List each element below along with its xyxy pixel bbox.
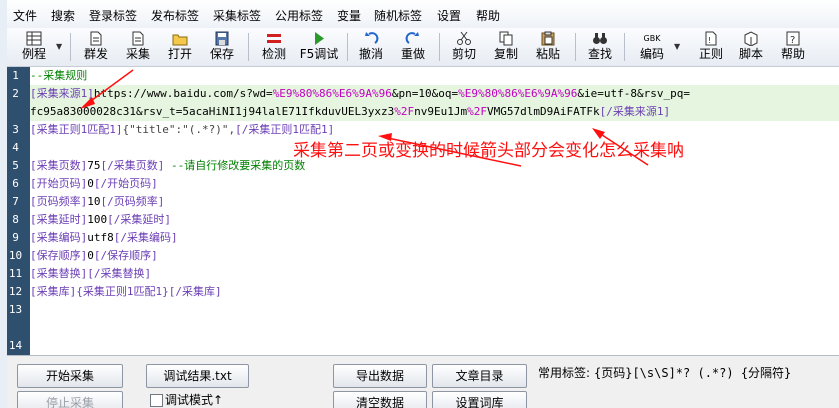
line-number: 6	[12, 177, 19, 190]
code-line-2-wrap: fc95a83000028c31&rsv_t=5acaHiNI1j94lalE7…	[30, 105, 671, 118]
code-editor[interactable]: 1 2 3 4 5 6 7 8 9 10 11 12 13 14 --采集规则 …	[7, 67, 839, 355]
menu-common-tags[interactable]: 公用标签	[275, 7, 323, 24]
line-number: 3	[12, 123, 19, 136]
redo-icon	[405, 31, 421, 46]
cut-button[interactable]: 剪切	[449, 30, 479, 64]
line-number: 11	[8, 267, 23, 280]
code-line-10: [保存顺序]0[/保存顺序]	[30, 249, 158, 262]
menu-file[interactable]: 文件	[13, 7, 37, 24]
toolbar-separator	[347, 33, 348, 61]
line-number: 5	[12, 159, 19, 172]
line-number: 14	[8, 339, 23, 352]
f5-debug-button[interactable]: F5调试	[299, 30, 339, 64]
debug-mode-checkbox[interactable]	[150, 394, 163, 407]
mass-publish-button[interactable]: 群发	[81, 30, 111, 64]
example-dropdown-icon[interactable]: ▼	[56, 42, 62, 51]
toolbar-separator	[624, 33, 625, 61]
play-icon	[311, 31, 327, 46]
svg-text:!: !	[708, 36, 711, 45]
line-number: 1	[12, 69, 19, 82]
common-tags-label: 常用标签:	[538, 366, 591, 380]
menu-bar: 文件 搜索 登录标签 发布标签 采集标签 公用标签 变量 随机标签 设置 帮助	[7, 0, 839, 29]
script-button[interactable]: 脚本	[736, 30, 766, 64]
line-number: 12	[8, 285, 23, 298]
line-number: 9	[12, 231, 19, 244]
set-lexicon-button[interactable]: 设置词库	[432, 391, 527, 408]
line-number: 13	[8, 303, 23, 316]
bottom-panel: 开始采集 停止采集 调试结果.txt 调试模式↑ 导出数据 清空数据 文章目录 …	[7, 355, 839, 408]
line-number: 10	[8, 249, 23, 262]
menu-variables[interactable]: 变量	[337, 7, 361, 24]
debug-result-button[interactable]: 调试结果.txt	[146, 364, 249, 388]
open-button[interactable]: 打开	[165, 30, 195, 64]
encoding-button[interactable]: GBK 编码	[635, 30, 669, 64]
undo-icon	[363, 31, 379, 46]
paste-button[interactable]: 粘贴	[533, 30, 563, 64]
collect-button[interactable]: 采集	[123, 30, 153, 64]
menu-search[interactable]: 搜索	[51, 7, 75, 24]
stop-collect-button[interactable]: 停止采集	[17, 391, 123, 408]
line-number: 4	[12, 141, 19, 154]
help-icon: ?	[785, 31, 801, 46]
article-directory-button[interactable]: 文章目录	[432, 364, 527, 388]
encoding-dropdown-icon[interactable]: ▼	[674, 42, 680, 51]
code-line-11: [采集替换][/采集替换]	[30, 267, 152, 280]
code-line-12: [采集库]{采集正则1匹配1}[/采集库]	[30, 285, 222, 298]
undo-button[interactable]: 撤消	[356, 30, 386, 64]
clipboard-icon	[540, 31, 556, 46]
gbk-badge: GBK	[643, 34, 661, 43]
code-line-7: [页码频率]10[/页码频率]	[30, 195, 165, 208]
code-line-5: [采集页数]75[/采集页数] --请自行修改要采集的页数	[30, 159, 306, 172]
regex-button[interactable]: ! 正则	[696, 30, 726, 64]
start-collect-button[interactable]: 开始采集	[17, 364, 123, 388]
regex-document-icon: !	[703, 31, 719, 46]
redo-button[interactable]: 重做	[398, 30, 428, 64]
menu-collect-tags[interactable]: 采集标签	[213, 7, 261, 24]
line-number: 2	[12, 87, 19, 100]
document-icon	[130, 31, 146, 46]
export-data-button[interactable]: 导出数据	[333, 364, 427, 388]
grid-icon	[26, 31, 42, 46]
menu-login-tags[interactable]: 登录标签	[89, 7, 137, 24]
folder-icon	[172, 31, 188, 46]
code-line-1: --采集规则	[30, 69, 88, 82]
copy-button[interactable]: 复制	[491, 30, 521, 64]
script-icon	[743, 31, 759, 47]
clear-data-button[interactable]: 清空数据	[333, 391, 427, 408]
code-line-3: [采集正则1匹配1]{"title":"(.*?)",[/采集正则1匹配1]	[30, 123, 335, 136]
toolbar-separator	[248, 33, 249, 61]
svg-text:?: ?	[790, 35, 795, 46]
toolbar-separator	[70, 33, 71, 61]
debug-mode-label: 调试模式↑	[165, 393, 224, 407]
menu-settings[interactable]: 设置	[437, 7, 461, 24]
code-line-8: [采集延时]100[/采集延时]	[30, 213, 171, 226]
app-window: 文件 搜索 登录标签 发布标签 采集标签 公用标签 变量 随机标签 设置 帮助 …	[0, 0, 839, 408]
code-line-2: [采集来源1]https://www.baidu.com/s?wd=%E9%80…	[30, 87, 690, 100]
line-number: 8	[12, 213, 19, 226]
find-button[interactable]: 查找	[585, 30, 615, 64]
annotation-text: 采集第二页或变换的时候箭头部分会变化怎么采集呐	[293, 141, 684, 161]
line-number: 7	[12, 195, 19, 208]
detect-button[interactable]: 检测	[259, 30, 289, 64]
toolbar-separator	[439, 33, 440, 61]
line-number-gutter: 1 2 3 4 5 6 7 8 9 10 11 12 13 14	[7, 67, 24, 355]
toolbar: 例程 ▼ 群发 采集 打开 保存 检测 F5调试 撤消 重做 剪切 复制 粘贴 …	[7, 28, 839, 67]
code-line-9: [采集编码]utf8[/采集编码]	[30, 231, 178, 244]
menu-random-tags[interactable]: 随机标签	[374, 7, 422, 24]
common-tags-list[interactable]: {页码}[\s\S]*? (.*?) {分隔符}	[594, 364, 791, 381]
save-button[interactable]: 保存	[207, 30, 237, 64]
document-icon	[88, 31, 104, 46]
menu-help[interactable]: 帮助	[476, 7, 500, 24]
help-button[interactable]: ? 帮助	[778, 30, 808, 64]
code-line-6: [开始页码]0[/开始页码]	[30, 177, 158, 190]
binoculars-icon	[592, 31, 608, 46]
red-bars-icon	[266, 31, 282, 46]
copy-icon	[498, 31, 514, 46]
example-button[interactable]: 例程	[17, 30, 51, 64]
menu-publish-tags[interactable]: 发布标签	[151, 7, 199, 24]
floppy-icon	[214, 31, 230, 46]
scissors-icon	[456, 31, 472, 46]
toolbar-separator	[575, 33, 576, 61]
